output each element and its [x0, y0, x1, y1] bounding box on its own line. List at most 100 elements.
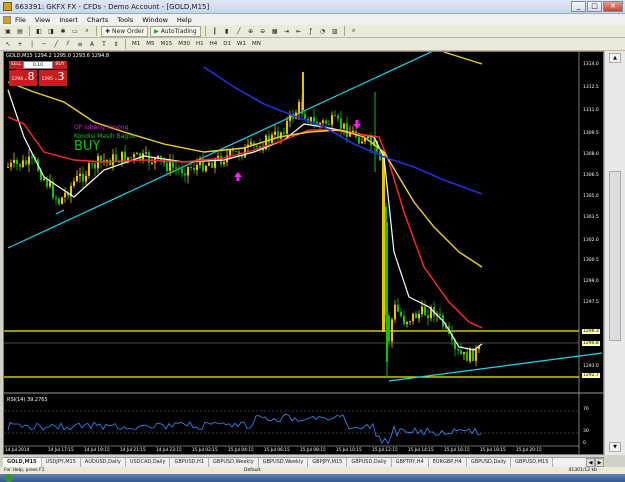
timeframe-d1[interactable]: D1 — [221, 41, 233, 47]
tab-next-icon[interactable]: ▶ — [595, 458, 604, 467]
candle-body — [208, 162, 210, 166]
search-icon[interactable]: ⌕ — [349, 26, 359, 37]
terminal-icon[interactable]: ▭ — [70, 26, 80, 37]
zoom-out-icon[interactable]: ⊖ — [258, 26, 268, 37]
tab-gold-m15[interactable]: GOLD,M15 — [3, 458, 42, 467]
bar-chart-icon[interactable]: ┃ — [210, 26, 220, 37]
indicators-icon[interactable]: ƒ — [306, 26, 316, 37]
channel-icon[interactable]: ⫽ — [63, 39, 73, 50]
buy-price-box[interactable]: 1295 .3 — [39, 70, 67, 86]
tile-windows-icon[interactable]: ▦ — [270, 26, 280, 37]
scroll-up-icon[interactable]: ▲ — [609, 53, 621, 63]
tab-usdjpy-m15[interactable]: USDJPY,M15 — [42, 458, 81, 467]
tab-gbpjpy-m15[interactable]: GBPJPY,M15 — [308, 458, 348, 467]
line-chart-icon[interactable]: ╱ — [234, 26, 244, 37]
vertical-line-icon[interactable]: │ — [27, 39, 37, 50]
start-button-icon[interactable] — [4, 474, 14, 482]
tab-gbpusd-weekly[interactable]: GBPUSD,Weekly — [209, 458, 259, 467]
sell-arrow-icon — [353, 120, 361, 129]
tab-gbpusd-m15[interactable]: GBPUSD,M15 — [511, 458, 554, 467]
horizontal-line-icon[interactable]: ─ — [39, 39, 49, 50]
data-window-icon[interactable]: ◨ — [46, 26, 56, 37]
price-label: 1303.5 — [583, 215, 599, 220]
candle-body — [19, 164, 21, 167]
scroll-down-icon[interactable]: ▼ — [609, 442, 621, 452]
chart-shift-icon[interactable]: ⇤ — [294, 26, 304, 37]
trendline-icon[interactable]: ╱ — [51, 39, 61, 50]
menu-tools[interactable]: Tools — [117, 16, 133, 24]
candle-body — [340, 118, 342, 129]
time-label: 14 Jul 21:15 — [120, 448, 146, 453]
tab-eurgbp-h4[interactable]: EURGBP,H4 — [429, 458, 467, 467]
candle-body — [190, 167, 192, 169]
candle-body — [337, 115, 339, 119]
title-bar: 663391: GKFX FX - CFDs - Demo Account - … — [0, 0, 625, 14]
candle-body — [280, 132, 282, 139]
menu-window[interactable]: Window — [142, 16, 168, 24]
autoscroll-icon[interactable]: ⇥ — [282, 26, 292, 37]
sell-button[interactable]: SELL — [9, 61, 23, 69]
arrows-icon[interactable]: ⇕ — [111, 39, 121, 50]
candle-body — [382, 152, 385, 332]
timeframe-m30[interactable]: M30 — [176, 41, 192, 47]
market-watch-icon[interactable]: ◧ — [34, 26, 44, 37]
timeframe-mn[interactable]: MN — [250, 41, 263, 47]
label-icon[interactable]: T — [99, 39, 109, 50]
tab-gbpusd-daily-2[interactable]: GBPUSD,Daily — [467, 458, 512, 467]
price-label: 1299.0 — [583, 279, 599, 284]
tab-gbptry-h4[interactable]: GBPTRY,H4 — [392, 458, 429, 467]
candlestick-icon[interactable]: ▮ — [222, 26, 232, 37]
menu-file[interactable]: File — [15, 16, 26, 24]
tab-gbpusd-daily[interactable]: GBPUSD,Daily — [347, 458, 392, 467]
candle-body — [286, 120, 288, 134]
text-icon[interactable]: A — [87, 39, 97, 50]
autotrading-button[interactable]: ▶ AutoTrading — [150, 25, 201, 37]
navigator-icon[interactable]: ✱ — [58, 26, 68, 37]
periods-icon[interactable]: ◔ — [318, 26, 328, 37]
maximize-button[interactable]: □ — [587, 1, 602, 12]
timeframe-m15[interactable]: M15 — [159, 41, 175, 47]
volume-input[interactable]: 0.10 — [23, 61, 53, 69]
scroll-thumb[interactable] — [609, 171, 621, 341]
timeframe-m1[interactable]: M1 — [130, 41, 142, 47]
chart-window[interactable]: GOLD,M15 1294.2 1295.0 1293.6 1294.8 SEL… — [3, 51, 604, 455]
uptrend-line-extra — [55, 209, 65, 215]
fibonacci-icon[interactable]: ≡ — [75, 39, 85, 50]
profiles-icon[interactable]: ▤ — [15, 26, 25, 37]
mdi-icon[interactable] — [3, 15, 11, 24]
timeframe-m5[interactable]: M5 — [144, 41, 156, 47]
sell-price-box[interactable]: 1294 .8 — [9, 70, 37, 86]
candle-body — [463, 351, 465, 355]
menu-charts[interactable]: Charts — [87, 16, 108, 24]
candle-body — [358, 137, 360, 144]
zoom-in-icon[interactable]: ⊕ — [246, 26, 256, 37]
crosshair-icon[interactable]: + — [15, 39, 25, 50]
candle-body — [10, 162, 12, 167]
close-button[interactable]: ✕ — [603, 1, 623, 12]
timeframe-w1[interactable]: W1 — [235, 41, 248, 47]
tab-usdcad-daily[interactable]: USDCAD,Daily — [126, 458, 171, 467]
candle-body — [130, 157, 132, 159]
menu-insert[interactable]: Insert — [59, 16, 78, 24]
new-order-button[interactable]: ✚ New Order — [101, 25, 149, 37]
timeframe-h1[interactable]: H1 — [194, 41, 206, 47]
tab-gbpusd-weekly-2[interactable]: GBPUSD,Weekly — [259, 458, 309, 467]
templates-icon[interactable]: ▥ — [330, 26, 340, 37]
minimize-button[interactable]: _ — [571, 1, 586, 12]
candle-body — [112, 154, 114, 166]
candle-body — [268, 135, 270, 143]
menu-view[interactable]: View — [35, 16, 50, 24]
cursor-icon[interactable]: ↖ — [3, 39, 13, 50]
strategy-tester-icon[interactable]: ⌕ — [82, 26, 92, 37]
vertical-scrollbar[interactable]: ▲ ▼ — [604, 51, 625, 455]
buy-button[interactable]: BUY — [53, 61, 67, 69]
price-chart[interactable] — [4, 52, 603, 454]
tab-audusd-daily[interactable]: AUDUSD,Daily — [81, 458, 126, 467]
windows-taskbar — [0, 474, 625, 482]
tab-gbpusd-h1[interactable]: GBPUSD,H1 — [170, 458, 210, 467]
tab-prev-icon[interactable]: ◀ — [586, 458, 595, 467]
menu-help[interactable]: Help — [177, 16, 192, 24]
candle-body — [469, 348, 471, 362]
timeframe-h4[interactable]: H4 — [208, 41, 220, 47]
new-chart-icon[interactable]: ▣ — [3, 26, 13, 37]
